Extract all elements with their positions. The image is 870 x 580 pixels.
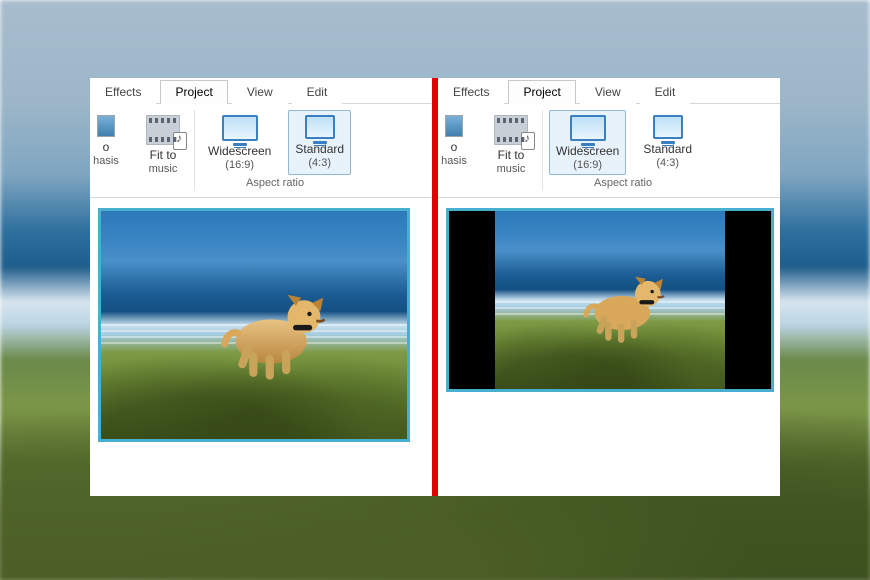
ribbon: o hasis Fit to music — [90, 104, 432, 198]
ribbon-label: Fit to — [498, 149, 525, 163]
ribbon-sublabel: (4:3) — [656, 157, 679, 170]
ribbon-tabs: Effects Project View Edit — [90, 78, 432, 104]
ribbon-btn-standard[interactable]: Standard (4:3) — [636, 110, 699, 175]
monitor-wide-icon — [570, 115, 606, 141]
ribbon-sublabel: (16:9) — [225, 159, 254, 172]
preview-frame-image — [495, 211, 725, 389]
ribbon-sublabel: music — [497, 163, 526, 176]
panel-left: Effects Project View Edit o hasis — [90, 78, 432, 496]
ribbon-group-label-aspect: Aspect ratio — [547, 177, 699, 193]
ribbon-sublabel: (4:3) — [308, 157, 331, 170]
tab-view[interactable]: View — [580, 80, 636, 104]
film-music-icon — [146, 115, 180, 145]
ribbon-btn-widescreen[interactable]: Widescreen (16:9) — [549, 110, 626, 175]
monitor-standard-icon — [305, 115, 335, 139]
ribbon-sublabel: hasis — [441, 155, 467, 168]
ribbon-sublabel: hasis — [93, 155, 119, 168]
tab-edit[interactable]: Edit — [292, 80, 343, 104]
ribbon-sublabel: (16:9) — [573, 159, 602, 172]
tab-effects[interactable]: Effects — [438, 80, 504, 104]
ribbon-label: Widescreen — [208, 145, 271, 159]
ribbon-tabs: Effects Project View Edit — [438, 78, 780, 104]
ribbon-btn-emphasis-partial[interactable]: o hasis — [92, 110, 126, 179]
ribbon-group-label — [438, 181, 538, 197]
ribbon-label: Fit to — [150, 149, 177, 163]
pillarbox-right — [725, 211, 771, 389]
ribbon-sublabel: music — [149, 163, 178, 176]
tab-effects[interactable]: Effects — [90, 80, 156, 104]
dog-illustration — [559, 251, 686, 358]
monitor-wide-icon — [222, 115, 258, 141]
video-preview-widescreen[interactable] — [446, 208, 774, 392]
pillarbox-left — [449, 211, 495, 389]
ribbon-label: o — [103, 141, 110, 155]
preview-area — [438, 198, 780, 400]
ribbon-btn-standard[interactable]: Standard (4:3) — [288, 110, 351, 175]
ribbon-btn-emphasis-partial[interactable]: o hasis — [440, 110, 474, 179]
ribbon: o hasis Fit to music — [438, 104, 780, 198]
film-music-icon — [494, 115, 528, 145]
ribbon-label: o — [451, 141, 458, 155]
monitor-standard-icon — [653, 115, 683, 139]
video-preview-standard[interactable] — [98, 208, 410, 442]
thumbnail-icon — [445, 115, 463, 137]
ribbon-btn-widescreen[interactable]: Widescreen (16:9) — [201, 110, 278, 175]
ribbon-group-label-aspect: Aspect ratio — [199, 177, 351, 193]
tab-edit[interactable]: Edit — [640, 80, 691, 104]
ribbon-group-label — [90, 181, 190, 197]
preview-frame-image — [101, 211, 407, 439]
tab-view[interactable]: View — [232, 80, 288, 104]
comparison-panels: Effects Project View Edit o hasis — [90, 78, 780, 496]
thumbnail-icon — [97, 115, 115, 137]
ribbon-btn-fit-to-music[interactable]: Fit to music — [136, 110, 190, 179]
panel-right: Effects Project View Edit o hasis — [438, 78, 780, 496]
ribbon-btn-fit-to-music[interactable]: Fit to music — [484, 110, 538, 179]
ribbon-label: Widescreen — [556, 145, 619, 159]
ribbon-label: Standard — [643, 143, 692, 157]
tab-project[interactable]: Project — [508, 80, 575, 104]
preview-area — [90, 198, 432, 450]
dog-illustration — [187, 262, 355, 399]
tab-project[interactable]: Project — [160, 80, 227, 104]
ribbon-label: Standard — [295, 143, 344, 157]
